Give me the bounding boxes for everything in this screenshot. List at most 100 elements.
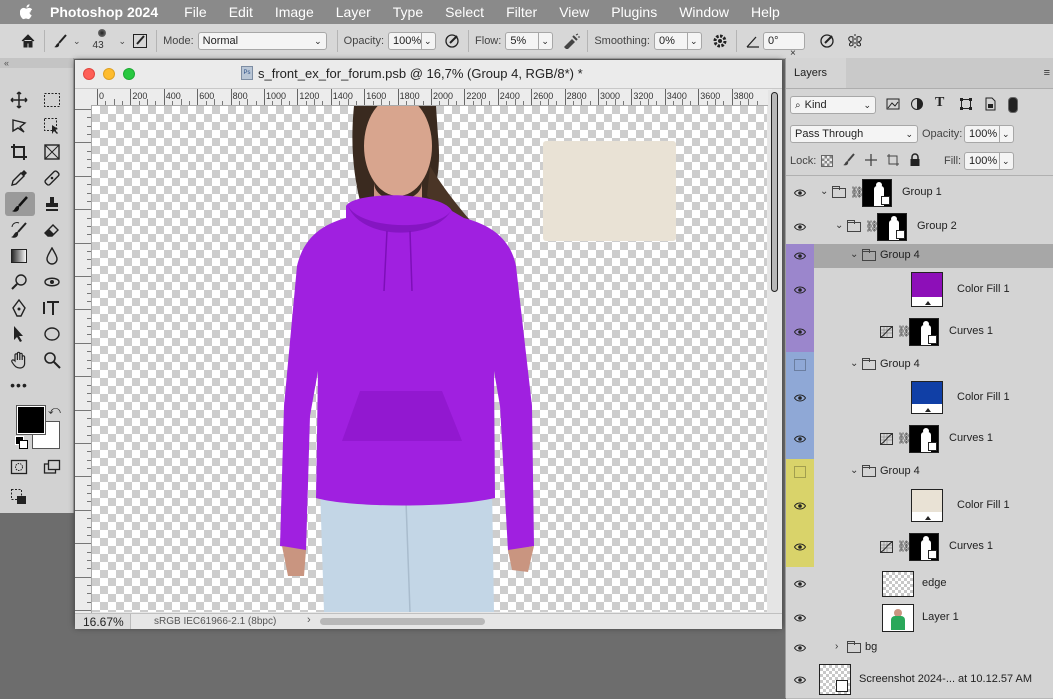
filter-type-layer-icon[interactable]: T bbox=[935, 95, 944, 111]
layer-row[interactable]: ⛓ Curves 1 bbox=[786, 418, 1053, 460]
menu-image[interactable]: Image bbox=[275, 4, 314, 20]
layer-row[interactable]: ⛓ Curves 1 bbox=[786, 311, 1053, 353]
menu-filter[interactable]: Filter bbox=[506, 4, 537, 20]
horizontal-scroll-thumb[interactable] bbox=[320, 618, 485, 625]
layer-name[interactable]: Color Fill 1 bbox=[957, 499, 1010, 511]
lock-artboard-icon[interactable] bbox=[886, 153, 900, 170]
blend-mode-select[interactable]: Pass Through ⌄ bbox=[790, 125, 918, 143]
brush-tool-preset-icon[interactable] bbox=[51, 31, 71, 51]
ruler-origin[interactable] bbox=[75, 89, 92, 106]
color-profile-info[interactable]: sRGB IEC61966-2.1 (8bpc) bbox=[154, 616, 276, 627]
layer-name[interactable]: Group 2 bbox=[917, 220, 957, 232]
layer-name[interactable]: Screenshot 2024-... at 10.12.57 AM bbox=[859, 673, 1032, 685]
pen-tool-icon[interactable] bbox=[7, 297, 31, 319]
filter-pixel-layer-icon[interactable] bbox=[886, 97, 900, 114]
fill-dropdown[interactable]: ⌄ bbox=[1000, 152, 1014, 170]
layer-name[interactable]: bg bbox=[865, 641, 877, 653]
default-colors-icon[interactable] bbox=[15, 436, 28, 449]
move-tool-icon[interactable] bbox=[7, 89, 31, 111]
layer-row[interactable]: ⛓ Curves 1 bbox=[786, 526, 1053, 568]
eye-icon[interactable] bbox=[786, 601, 814, 635]
horizontal-ruler[interactable]: 0 200 400 600 800 1000 1200 1400 1600 1800 2000 220… bbox=[91, 89, 772, 106]
flow-dropdown[interactable]: ⌄ bbox=[539, 32, 554, 50]
angle-input[interactable]: 0° bbox=[762, 32, 805, 50]
close-window-button[interactable] bbox=[83, 68, 95, 80]
lock-all-icon[interactable] bbox=[909, 153, 921, 170]
minimize-window-button[interactable] bbox=[103, 68, 115, 80]
lock-position-icon[interactable] bbox=[864, 153, 878, 170]
eye-icon[interactable] bbox=[786, 418, 814, 459]
screen-mode-icon[interactable] bbox=[40, 456, 64, 478]
layer-row[interactable]: ⌄ ⛓ Group 1 bbox=[786, 176, 1053, 211]
menu-file[interactable]: File bbox=[184, 4, 207, 20]
app-menu[interactable]: Photoshop 2024 bbox=[50, 4, 158, 20]
quick-mask-icon[interactable] bbox=[7, 456, 31, 478]
tab-layers[interactable]: Layers bbox=[786, 58, 846, 88]
fill-thumbnail[interactable] bbox=[911, 272, 943, 307]
brush-settings-icon[interactable] bbox=[130, 31, 150, 51]
more-tools-icon[interactable]: ••• bbox=[7, 374, 31, 396]
menu-view[interactable]: View bbox=[559, 4, 589, 20]
filter-adjustment-layer-icon[interactable] bbox=[910, 97, 924, 114]
layer-row[interactable]: edge bbox=[786, 567, 1053, 602]
layer-mask-thumbnail[interactable] bbox=[877, 213, 907, 241]
gear-icon[interactable] bbox=[710, 31, 730, 51]
edit-toolbar-icon[interactable] bbox=[7, 486, 31, 508]
menu-type[interactable]: Type bbox=[393, 4, 423, 20]
swap-colors-icon[interactable]: ⤺ bbox=[48, 403, 61, 418]
layer-opacity-dropdown[interactable]: ⌄ bbox=[1000, 125, 1014, 143]
fill-thumbnail[interactable] bbox=[911, 381, 943, 414]
flow-input[interactable]: 5% bbox=[505, 32, 540, 50]
eye-icon[interactable] bbox=[786, 377, 814, 418]
fill-thumbnail[interactable] bbox=[911, 489, 943, 522]
layer-opacity-input[interactable]: 100% bbox=[964, 125, 1000, 143]
document-title-bar[interactable]: Ps s_front_ex_for_forum.psb @ 16,7% (Gro… bbox=[75, 60, 782, 89]
layer-thumbnail[interactable] bbox=[882, 604, 914, 632]
vertical-scrollbar[interactable] bbox=[768, 90, 781, 613]
menu-select[interactable]: Select bbox=[445, 4, 484, 20]
chevron-down-icon[interactable]: ⌄ bbox=[835, 220, 843, 231]
eye-icon[interactable] bbox=[786, 268, 814, 311]
fill-input[interactable]: 100% bbox=[964, 152, 1000, 170]
object-selection-tool-icon[interactable] bbox=[40, 115, 64, 137]
layer-thumbnail[interactable] bbox=[819, 664, 851, 695]
brush-tool-icon[interactable] bbox=[5, 192, 35, 216]
layer-row[interactable]: › bg bbox=[786, 635, 1053, 662]
canvas[interactable] bbox=[92, 106, 767, 612]
smoothing-input[interactable]: 0% bbox=[653, 32, 688, 50]
layer-row[interactable]: Layer 1 bbox=[786, 601, 1053, 636]
chevron-down-icon[interactable]: ⌄ bbox=[850, 358, 858, 369]
pressure-opacity-icon[interactable] bbox=[442, 31, 462, 51]
layer-row[interactable]: Color Fill 1 bbox=[786, 268, 1053, 312]
layer-name[interactable]: Color Fill 1 bbox=[957, 283, 1010, 295]
chevron-down-icon[interactable]: ⌄ bbox=[73, 36, 81, 47]
eye-icon[interactable] bbox=[786, 485, 814, 526]
eraser-tool-icon[interactable] bbox=[40, 219, 64, 241]
home-icon[interactable] bbox=[18, 31, 38, 51]
layer-name[interactable]: Layer 1 bbox=[922, 611, 959, 623]
lock-transparent-pixels-icon[interactable] bbox=[821, 155, 833, 167]
filter-smart-object-icon[interactable] bbox=[983, 97, 997, 114]
healing-brush-tool-icon[interactable] bbox=[40, 167, 64, 189]
eye-icon[interactable] bbox=[786, 244, 814, 268]
layer-name[interactable]: Curves 1 bbox=[949, 432, 993, 444]
lasso-tool-icon[interactable] bbox=[7, 115, 31, 137]
path-selection-tool-icon[interactable] bbox=[7, 323, 31, 345]
menu-window[interactable]: Window bbox=[679, 4, 729, 20]
frame-tool-icon[interactable] bbox=[40, 141, 64, 163]
menu-help[interactable]: Help bbox=[751, 4, 780, 20]
chevron-down-icon[interactable]: ⌄ bbox=[820, 186, 828, 197]
chevron-right-icon[interactable]: › bbox=[307, 614, 311, 626]
layer-name[interactable]: Color Fill 1 bbox=[957, 391, 1010, 403]
layer-row[interactable]: Color Fill 1 bbox=[786, 485, 1053, 527]
layer-name[interactable]: Curves 1 bbox=[949, 540, 993, 552]
opacity-input[interactable]: 100% bbox=[388, 32, 423, 50]
chevron-down-icon[interactable]: ⌄ bbox=[850, 249, 858, 260]
layer-mask-thumbnail[interactable] bbox=[862, 179, 892, 207]
layer-row[interactable]: ⌄ Group 4 bbox=[786, 244, 1053, 269]
layer-row[interactable]: ⌄ ⛓ Group 2 bbox=[786, 210, 1053, 245]
dodge-tool-icon[interactable] bbox=[7, 271, 31, 293]
visibility-off-toggle[interactable] bbox=[786, 352, 814, 377]
panel-menu-icon[interactable]: ≡ bbox=[1044, 67, 1050, 79]
layer-row[interactable]: Screenshot 2024-... at 10.12.57 AM bbox=[786, 661, 1053, 699]
